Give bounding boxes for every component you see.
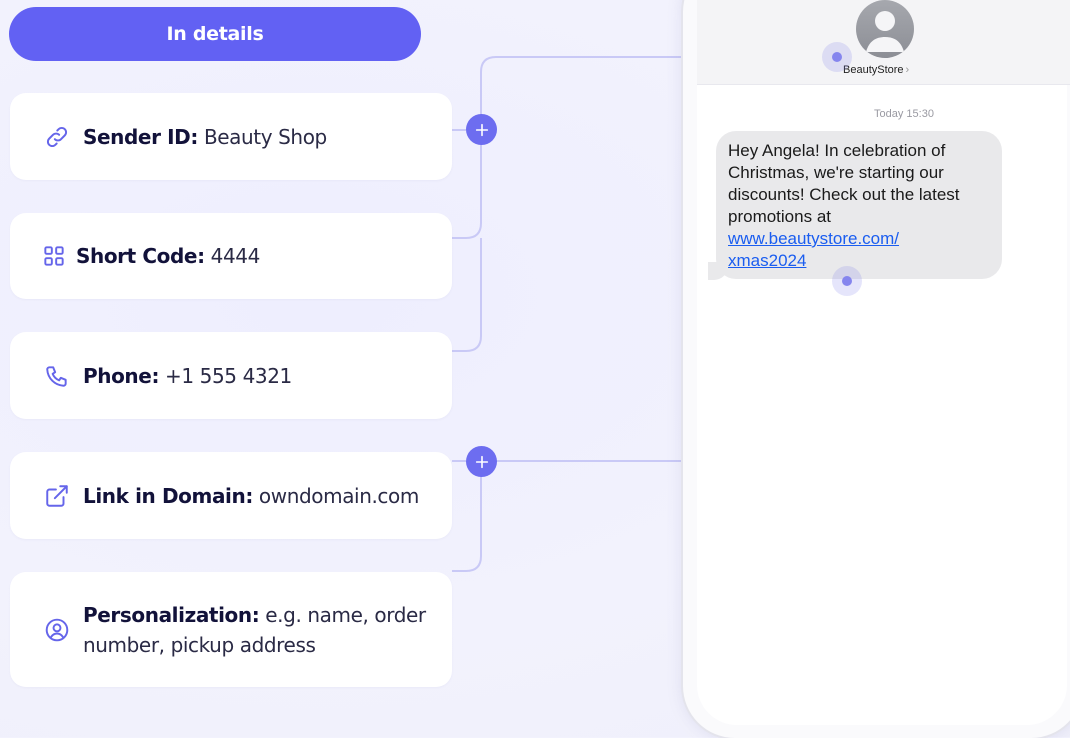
link-icon (43, 123, 71, 151)
external-link-icon (43, 482, 71, 510)
details-header-title: In details (166, 23, 264, 45)
feature-label: Link in Domain: (83, 483, 253, 508)
message-link[interactable]: www.beautystore.com/ (728, 228, 992, 250)
grid-icon (40, 242, 68, 270)
user-circle-icon (43, 616, 71, 644)
expand-plus-button[interactable] (466, 446, 497, 477)
message-text: Hey Angela! In celebration of Christmas,… (728, 141, 960, 226)
contact-name-label: BeautyStore (843, 64, 904, 76)
contact-name[interactable]: BeautyStore › (843, 64, 909, 76)
feature-label: Short Code: (76, 244, 205, 268)
feature-card-sender-id: Sender ID: Beauty Shop (10, 93, 452, 180)
feature-card-phone: Phone: +1 555 4321 (10, 332, 452, 419)
feature-label: Personalization: (83, 602, 260, 627)
message-bubble: Hey Angela! In celebration of Christmas,… (716, 131, 1002, 279)
feature-value: owndomain.com (258, 483, 419, 508)
plus-icon (475, 455, 488, 468)
feature-card-personalization: Personalization: e.g. name, order number… (10, 572, 452, 687)
feature-card-link-domain: Link in Domain: owndomain.com (10, 452, 452, 539)
plus-icon (475, 123, 488, 136)
message-link-continued[interactable]: xmas2024 (728, 250, 992, 272)
feature-value: +1 555 4321 (165, 363, 292, 388)
feature-value: Beauty Shop (203, 124, 327, 149)
expand-plus-button[interactable] (466, 114, 497, 145)
anchor-dot (832, 52, 842, 62)
feature-label: Phone: (83, 363, 160, 388)
contact-avatar[interactable] (856, 0, 914, 58)
person-icon (866, 11, 904, 52)
details-header: In details (9, 7, 421, 61)
anchor-dot (842, 276, 852, 286)
feature-value: 4444 (210, 244, 261, 268)
chevron-right-icon: › (905, 64, 910, 76)
phone-icon (43, 362, 71, 390)
message-timestamp: Today 15:30 (874, 108, 934, 120)
feature-label: Sender ID: (83, 124, 198, 149)
feature-card-short-code: Short Code: 4444 (10, 213, 452, 299)
